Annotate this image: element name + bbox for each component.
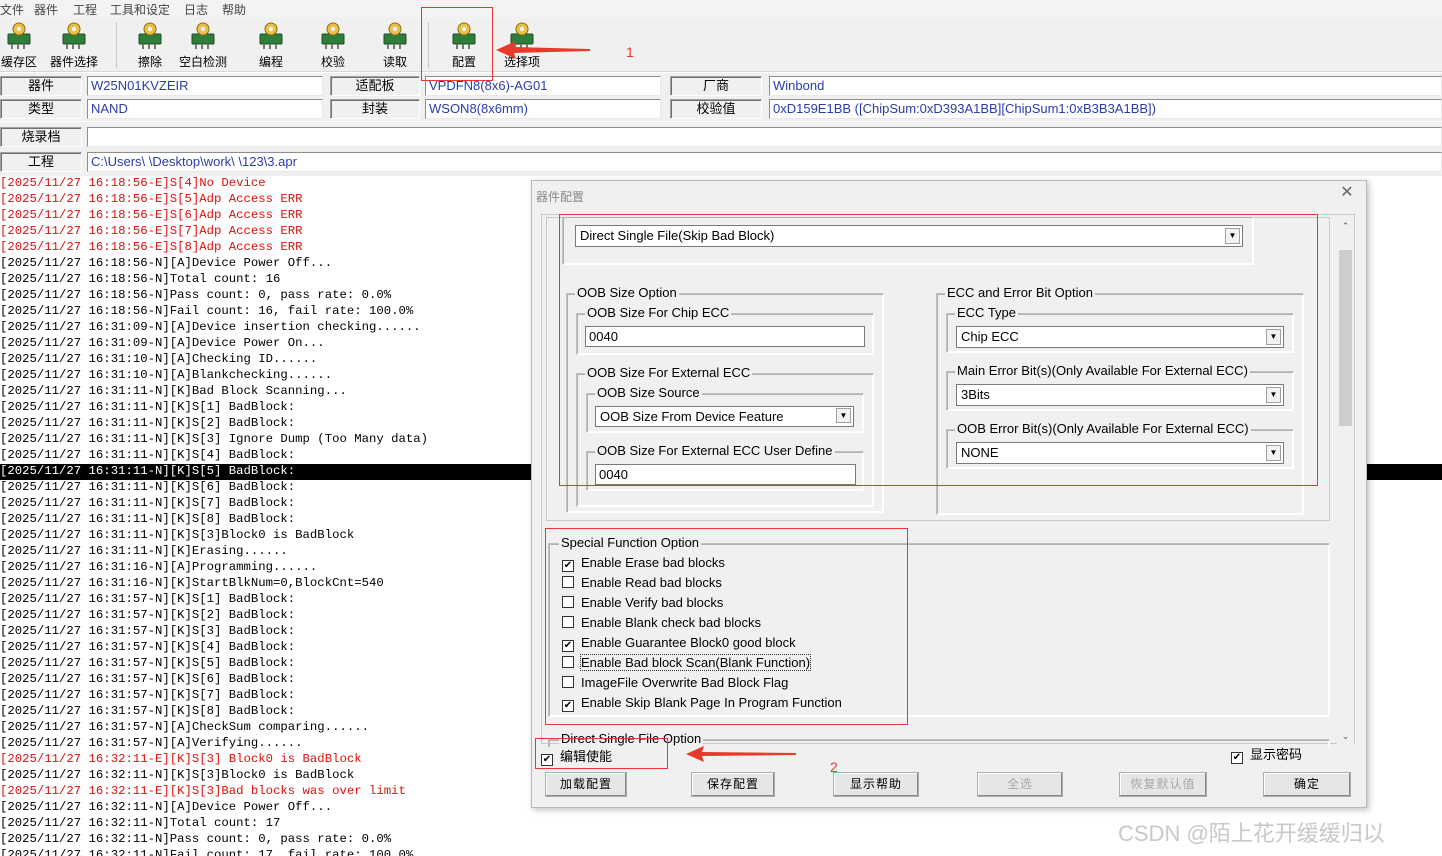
toolbar-button-erase[interactable]: 擦除	[133, 20, 167, 70]
show-help-button[interactable]: 显示帮助	[833, 772, 919, 797]
toolbar-button-blank-check[interactable]: 空白检测	[179, 20, 227, 70]
toolbar-button-read[interactable]: 读取	[378, 20, 412, 70]
save-config-button[interactable]: 保存配置	[691, 772, 775, 797]
annotation-arrow-2	[686, 746, 796, 762]
dialog-title: 器件配置	[536, 190, 585, 204]
blank-check-icon	[191, 22, 215, 49]
maker-label: 厂商	[670, 76, 762, 96]
toolbar-button-label: 缓存区	[0, 55, 37, 69]
checksum-label: 校验值	[670, 99, 762, 119]
verify-icon	[321, 22, 345, 49]
toolbar-button-label: 擦除	[137, 55, 162, 69]
burnfile-value	[87, 127, 1442, 147]
menu-bar: 文件 器件 工程 工具和设定 日志 帮助	[0, 0, 1442, 18]
log-line: [2025/11/27 16:32:11-N]Fail count: 17, f…	[0, 848, 414, 856]
type-value: NAND	[87, 99, 323, 119]
annotation-box-edit-enable	[535, 738, 668, 769]
buffer-icon	[7, 22, 31, 49]
toolbar-button-label: 校验	[320, 55, 345, 69]
maker-value: Winbond	[769, 76, 1442, 96]
toolbar-button-label: 读取	[382, 55, 407, 69]
annotation-number-1: 1	[626, 44, 634, 60]
project-row: 工程 C:\Users\ \Desktop\work\ \123\3.apr	[0, 150, 1442, 176]
load-config-button[interactable]: 加载配置	[545, 772, 627, 797]
toolbar-button-device-select[interactable]: 器件选择	[50, 20, 98, 70]
annotation-number-2: 2	[830, 759, 838, 775]
toolbar-separator	[116, 22, 117, 68]
close-icon[interactable]: ✕	[1338, 185, 1356, 203]
toolbar-button-verify[interactable]: 校验	[316, 20, 350, 70]
burnfile-label: 烧录档	[0, 127, 82, 147]
type-info-row: 类型 NAND 封装 WSON8(8x6mm) 校验值 0xD159E1BB (…	[0, 97, 1442, 121]
checksum-value: 0xD159E1BB ([ChipSum:0xD393A1BB][ChipSum…	[769, 99, 1442, 119]
menu-file[interactable]: 文件	[0, 1, 24, 18]
annotation-arrow-1	[496, 41, 590, 59]
menu-device[interactable]: 器件	[34, 1, 58, 18]
program-icon	[259, 22, 283, 49]
toolbar-button-program[interactable]: 编程	[254, 20, 288, 70]
annotation-box-config	[421, 7, 493, 81]
menu-tools-settings[interactable]: 工具和设定	[110, 1, 170, 18]
adapter-label: 适配板	[330, 76, 420, 96]
device-info-row: 器件 W25N01KVZEIR 适配板 VPDFN8(8x6)-AG01 厂商 …	[0, 73, 1442, 99]
select-all-button[interactable]: 全选	[977, 772, 1063, 797]
show-password-label: 显示密码	[1250, 747, 1303, 762]
project-label: 工程	[0, 152, 82, 172]
erase-icon	[138, 22, 162, 49]
show-password-checkbox[interactable]: ✔ 显示密码	[1231, 747, 1302, 765]
device-label: 器件	[0, 76, 82, 96]
ok-button[interactable]: 确定	[1263, 772, 1351, 797]
toolbar-button-label: 编程	[258, 55, 283, 69]
read-icon	[383, 22, 407, 49]
scroll-up-icon[interactable]: ⌃	[1337, 218, 1354, 235]
options-scrollbar[interactable]: ⌃ ⌄	[1337, 218, 1354, 746]
annotation-box-special-function	[545, 528, 908, 725]
project-value: C:\Users\ \Desktop\work\ \123\3.apr	[87, 152, 1442, 172]
package-value: WSON8(8x6mm)	[425, 99, 661, 119]
menu-help[interactable]: 帮助	[222, 1, 246, 18]
check-icon: ✔	[1231, 752, 1243, 764]
toolbar-button-label: 器件选择	[49, 55, 98, 69]
toolbar: 缓存区 器件选择 擦除 空白检测 编程 校验 读取 配置 选择项	[0, 18, 1442, 72]
package-label: 封装	[330, 99, 420, 119]
scroll-down-icon[interactable]: ⌄	[1337, 728, 1354, 745]
menu-log[interactable]: 日志	[184, 1, 208, 18]
toolbar-button-buffer[interactable]: 缓存区	[1, 20, 37, 70]
device-select-icon	[62, 22, 86, 49]
type-label: 类型	[0, 99, 82, 119]
scroll-thumb[interactable]	[1339, 250, 1352, 426]
annotation-box-oob-ecc	[559, 214, 1318, 486]
device-value: W25N01KVZEIR	[87, 76, 323, 96]
menu-project[interactable]: 工程	[73, 1, 97, 18]
toolbar-button-label: 空白检测	[178, 55, 227, 69]
burnfile-row: 烧录档	[0, 122, 1442, 150]
watermark: CSDN @陌上花开缓缓归以	[1118, 821, 1385, 846]
restore-defaults-button[interactable]: 恢复默认值	[1119, 772, 1207, 797]
